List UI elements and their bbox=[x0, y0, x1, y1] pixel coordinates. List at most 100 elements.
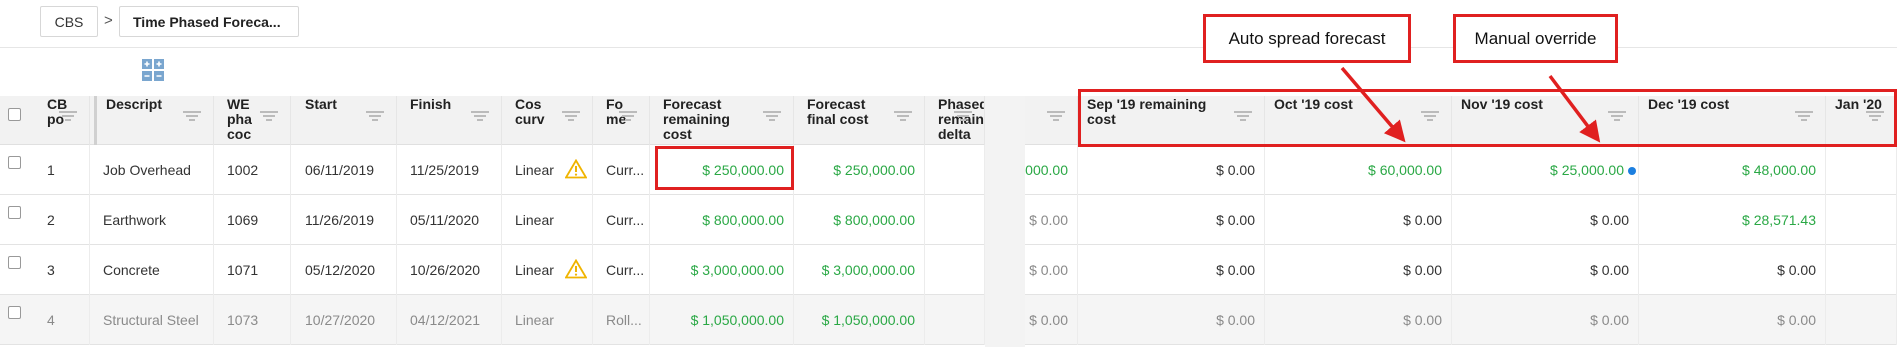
filter-icon[interactable] bbox=[471, 111, 489, 121]
cell-nov[interactable]: $ 25,000.00 bbox=[1452, 145, 1639, 195]
cell-cb[interactable]: 4 bbox=[38, 295, 90, 345]
left-header-wbs[interactable]: WE pha coc bbox=[218, 96, 291, 145]
cell-cb[interactable]: 2 bbox=[38, 195, 90, 245]
cell-prev[interactable]: $ 0.00 bbox=[1025, 245, 1078, 295]
filter-icon[interactable] bbox=[954, 111, 972, 121]
left-header-finish[interactable]: Finish bbox=[401, 96, 502, 145]
cell-nov[interactable]: $ 0.00 bbox=[1452, 245, 1639, 295]
filter-icon[interactable] bbox=[562, 111, 580, 121]
cell-oct[interactable]: $ 60,000.00 bbox=[1265, 145, 1452, 195]
cell-oct[interactable]: $ 0.00 bbox=[1265, 195, 1452, 245]
cell-cb[interactable]: 1 bbox=[38, 145, 90, 195]
cell-finish[interactable]: 04/12/2021 bbox=[401, 295, 502, 345]
pane-splitter[interactable] bbox=[985, 96, 1025, 347]
cell-jan[interactable] bbox=[1826, 295, 1897, 345]
breadcrumb-current[interactable]: Time Phased Foreca... bbox=[119, 6, 299, 37]
cell-sep[interactable]: $ 0.00 bbox=[1078, 195, 1265, 245]
cell-start[interactable]: 10/27/2020 bbox=[296, 295, 397, 345]
left-header-prd[interactable]: Phased remain delta bbox=[929, 96, 985, 145]
cell-curve[interactable]: Linear bbox=[506, 195, 593, 245]
row-checkbox[interactable] bbox=[8, 206, 21, 219]
left-header-frc[interactable]: Forecast remaining cost bbox=[654, 96, 794, 145]
cell-ffc[interactable]: $ 3,000,000.00 bbox=[798, 245, 925, 295]
cell-fm[interactable]: Curr... bbox=[597, 245, 650, 295]
filter-icon[interactable] bbox=[183, 111, 201, 121]
cell-fm[interactable]: Roll... bbox=[597, 295, 650, 345]
cell-nov[interactable]: $ 0.00 bbox=[1452, 295, 1639, 345]
left-table-row[interactable]: 3 Concrete 1071 05/12/2020 10/26/2020 Linear C… bbox=[0, 245, 985, 295]
cell-start[interactable]: 11/26/2019 bbox=[296, 195, 397, 245]
cell-start[interactable]: 06/11/2019 bbox=[296, 145, 397, 195]
cell-prd[interactable] bbox=[929, 145, 985, 195]
breadcrumb-cbs[interactable]: CBS bbox=[40, 6, 98, 37]
cell-curve[interactable]: Linear bbox=[506, 295, 593, 345]
cell-dec[interactable]: $ 0.00 bbox=[1639, 245, 1826, 295]
right-header-prev[interactable] bbox=[1025, 96, 1078, 145]
cell-sep[interactable]: $ 0.00 bbox=[1078, 145, 1265, 195]
cell-frc[interactable]: $ 800,000.00 bbox=[654, 195, 794, 245]
filter-icon[interactable] bbox=[1047, 111, 1065, 121]
left-header-curve[interactable]: Cos curv bbox=[506, 96, 593, 145]
cell-wbs[interactable]: 1069 bbox=[218, 195, 291, 245]
cell-desc[interactable]: Structural Steel bbox=[94, 295, 214, 345]
cell-wbs[interactable]: 1071 bbox=[218, 245, 291, 295]
cell-ffc[interactable]: $ 800,000.00 bbox=[798, 195, 925, 245]
warning-icon[interactable] bbox=[565, 159, 587, 179]
cell-dec[interactable]: $ 0.00 bbox=[1639, 295, 1826, 345]
left-header-fm[interactable]: Fo me bbox=[597, 96, 650, 145]
left-header-start[interactable]: Start bbox=[296, 96, 397, 145]
filter-icon[interactable] bbox=[366, 111, 384, 121]
cell-prd[interactable] bbox=[929, 195, 985, 245]
filter-icon[interactable] bbox=[763, 111, 781, 121]
cell-wbs[interactable]: 1002 bbox=[218, 145, 291, 195]
cell-desc[interactable]: Earthwork bbox=[94, 195, 214, 245]
cell-desc[interactable]: Concrete bbox=[94, 245, 214, 295]
cell-fm[interactable]: Curr... bbox=[597, 195, 650, 245]
cell-sep[interactable]: $ 0.00 bbox=[1078, 295, 1265, 345]
cell-ffc[interactable]: $ 250,000.00 bbox=[798, 145, 925, 195]
filter-icon[interactable] bbox=[59, 111, 77, 121]
cell-start[interactable]: 05/12/2020 bbox=[296, 245, 397, 295]
cell-jan[interactable] bbox=[1826, 245, 1897, 295]
left-table-row[interactable]: 4 Structural Steel 1073 10/27/2020 04/12/202… bbox=[0, 295, 985, 345]
cell-oct[interactable]: $ 0.00 bbox=[1265, 295, 1452, 345]
cell-dec[interactable]: $ 28,571.43 bbox=[1639, 195, 1826, 245]
cell-ffc[interactable]: $ 1,050,000.00 bbox=[798, 295, 925, 345]
row-checkbox[interactable] bbox=[8, 306, 21, 319]
cell-finish[interactable]: 11/25/2019 bbox=[401, 145, 502, 195]
cell-cb[interactable]: 3 bbox=[38, 245, 90, 295]
cell-desc[interactable]: Job Overhead bbox=[94, 145, 214, 195]
cell-dec[interactable]: $ 48,000.00 bbox=[1639, 145, 1826, 195]
row-checkbox[interactable] bbox=[8, 156, 21, 169]
left-table-row[interactable]: 2 Earthwork 1069 11/26/2019 05/11/2020 Linear… bbox=[0, 195, 985, 245]
right-table-row[interactable]: $ 0.00 $ 0.00 $ 0.00 $ 0.00 $ 0.00 bbox=[1025, 295, 1897, 345]
row-checkbox[interactable] bbox=[8, 256, 21, 269]
warning-icon[interactable] bbox=[565, 259, 587, 279]
left-header-cb[interactable]: CB po bbox=[38, 96, 90, 145]
expand-collapse-icon[interactable] bbox=[141, 58, 165, 82]
left-header-ffc[interactable]: Forecast final cost bbox=[798, 96, 925, 145]
cell-prd[interactable] bbox=[929, 295, 985, 345]
left-table-row[interactable]: 1 Job Overhead 1002 06/11/2019 11/25/2019 Lin… bbox=[0, 145, 985, 195]
cell-finish[interactable]: 10/26/2020 bbox=[401, 245, 502, 295]
cell-frc[interactable]: $ 3,000,000.00 bbox=[654, 245, 794, 295]
filter-icon[interactable] bbox=[619, 111, 637, 121]
select-all-checkbox[interactable] bbox=[8, 108, 21, 121]
cell-fm[interactable]: Curr... bbox=[597, 145, 650, 195]
right-table-row[interactable]: 000.00 $ 0.00 $ 60,000.00 $ 25,000.00 $ 48,0… bbox=[1025, 145, 1897, 195]
right-table-row[interactable]: $ 0.00 $ 0.00 $ 0.00 $ 0.00 $ 28,571.43 bbox=[1025, 195, 1897, 245]
cell-frc[interactable]: $ 1,050,000.00 bbox=[654, 295, 794, 345]
left-header-desc[interactable]: Descript bbox=[94, 96, 214, 145]
cell-nov[interactable]: $ 0.00 bbox=[1452, 195, 1639, 245]
filter-icon[interactable] bbox=[894, 111, 912, 121]
cell-sep[interactable]: $ 0.00 bbox=[1078, 245, 1265, 295]
cell-prd[interactable] bbox=[929, 245, 985, 295]
cell-jan[interactable] bbox=[1826, 145, 1897, 195]
cell-prev[interactable]: 000.00 bbox=[1025, 145, 1078, 195]
cell-oct[interactable]: $ 0.00 bbox=[1265, 245, 1452, 295]
cell-wbs[interactable]: 1073 bbox=[218, 295, 291, 345]
filter-icon[interactable] bbox=[260, 111, 278, 121]
cell-jan[interactable] bbox=[1826, 195, 1897, 245]
right-table-row[interactable]: $ 0.00 $ 0.00 $ 0.00 $ 0.00 $ 0.00 bbox=[1025, 245, 1897, 295]
cell-finish[interactable]: 05/11/2020 bbox=[401, 195, 502, 245]
